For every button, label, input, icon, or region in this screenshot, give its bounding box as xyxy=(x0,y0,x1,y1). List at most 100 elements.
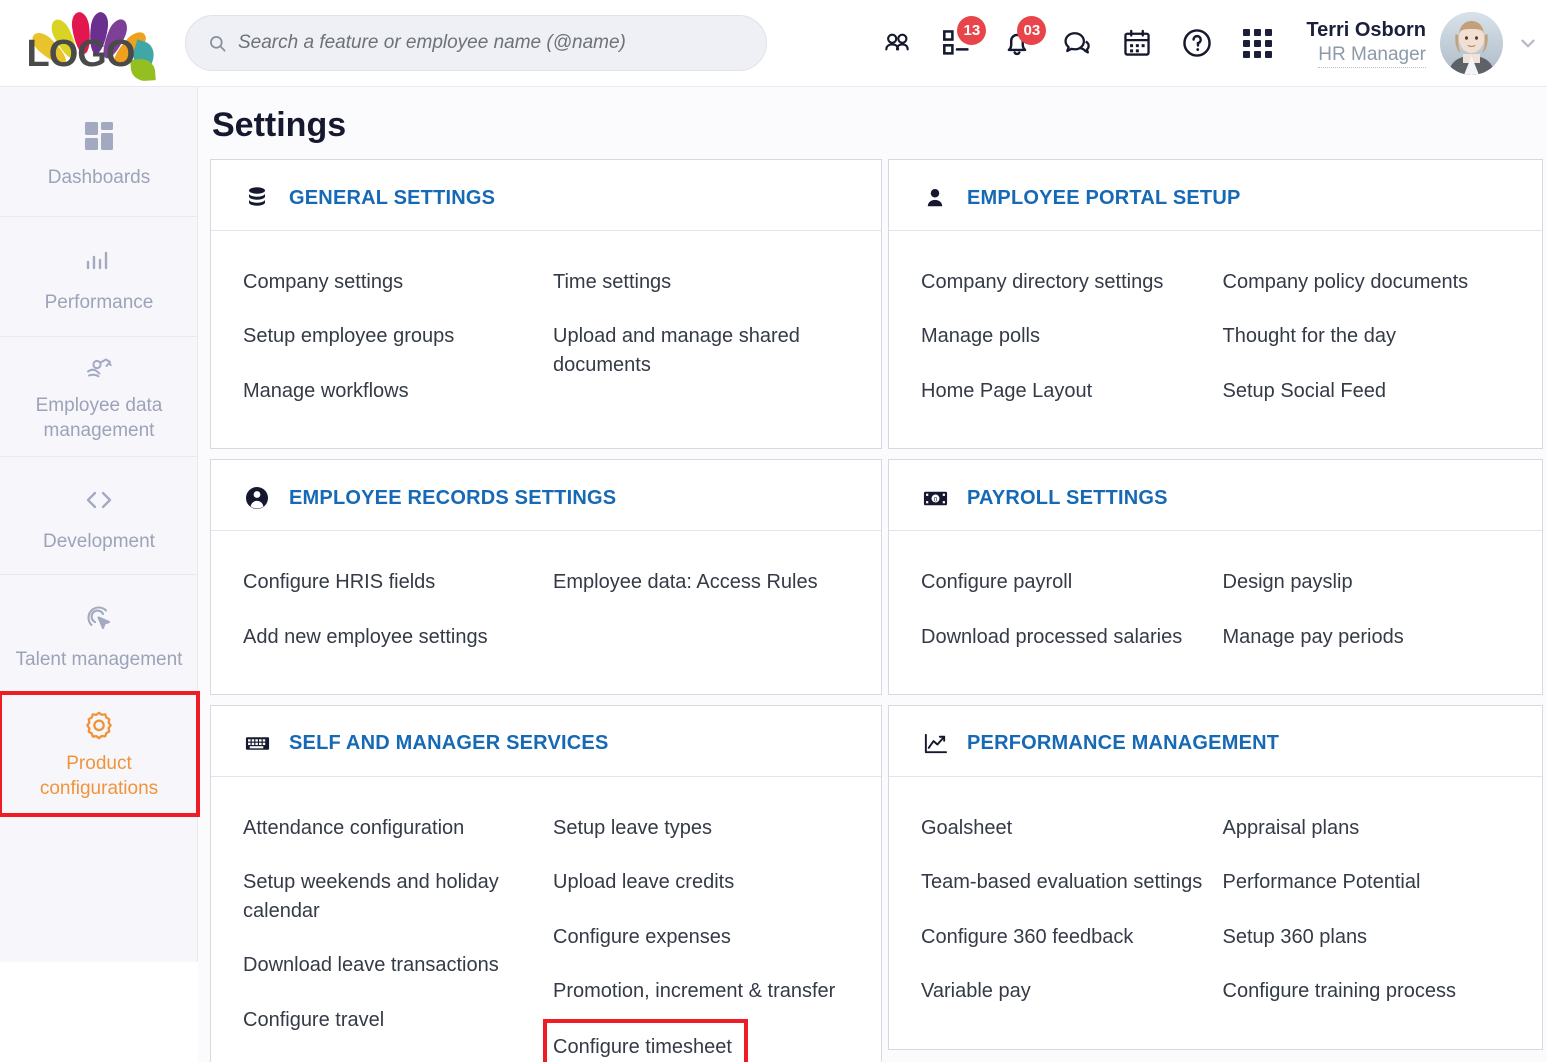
banknote-icon: 0 xyxy=(921,484,949,512)
settings-link[interactable]: Company directory settings xyxy=(921,255,1209,309)
settings-link[interactable]: Thought for the day xyxy=(1223,309,1511,363)
card-body: Attendance configuration Setup weekends … xyxy=(211,777,881,1062)
settings-link[interactable]: Rewards and discipline xyxy=(243,1047,539,1062)
settings-link[interactable]: Setup employee groups xyxy=(243,309,539,363)
bar-chart-icon xyxy=(82,239,116,283)
help-icon[interactable] xyxy=(1180,26,1214,60)
card-column-right: Employee data: Access Rules xyxy=(553,555,849,664)
settings-link[interactable]: Configure payroll xyxy=(921,555,1209,609)
settings-link[interactable]: Time settings xyxy=(553,255,849,309)
settings-link[interactable]: Employee data: Access Rules xyxy=(553,555,849,609)
database-icon xyxy=(243,184,271,212)
settings-link[interactable]: Goalsheet xyxy=(921,801,1209,855)
card-column-right: Setup leave types Upload leave credits C… xyxy=(553,801,849,1062)
avatar-image xyxy=(1440,12,1503,75)
settings-link[interactable]: Setup leave types xyxy=(553,801,849,855)
settings-link[interactable]: Attendance configuration xyxy=(243,801,539,855)
dashboard-grid-icon xyxy=(82,114,116,158)
settings-link[interactable]: Design payslip xyxy=(1223,555,1511,609)
settings-link[interactable]: Home Page Layout xyxy=(921,364,1209,418)
chat-icon[interactable] xyxy=(1060,26,1094,60)
settings-link[interactable]: Download leave transactions xyxy=(243,938,539,992)
user-name: Terri Osborn xyxy=(1306,18,1426,43)
card-header: SELF AND MANAGER SERVICES xyxy=(211,706,881,777)
svg-text:0: 0 xyxy=(933,496,937,503)
settings-link-configure-timesheet[interactable]: Configure timesheet xyxy=(547,1023,744,1062)
settings-link[interactable]: Configure 360 feedback xyxy=(921,910,1209,964)
apps-grid-icon[interactable] xyxy=(1240,26,1274,60)
sidebar-item-talent-management[interactable]: Talent management xyxy=(0,575,198,693)
card-header: EMPLOYEE RECORDS SETTINGS xyxy=(211,460,881,531)
bell-icon[interactable]: 03 xyxy=(1000,26,1034,60)
user-texts: Terri Osborn HR Manager xyxy=(1306,18,1426,68)
card-employee-records-settings: EMPLOYEE RECORDS SETTINGS Configure HRIS… xyxy=(210,459,882,695)
card-column-left: Configure payroll Download processed sal… xyxy=(921,555,1209,664)
settings-link[interactable]: Configure HRIS fields xyxy=(243,555,539,609)
sidebar-item-performance[interactable]: Performance xyxy=(0,217,198,337)
settings-link[interactable]: Manage pay periods xyxy=(1223,610,1511,664)
tasks-badge: 13 xyxy=(957,16,986,45)
top-bar: LOGO 13 xyxy=(0,0,1547,87)
settings-link[interactable]: Company settings xyxy=(243,255,539,309)
card-performance-management: PERFORMANCE MANAGEMENT Goalsheet Team-ba… xyxy=(888,705,1543,1050)
tasks-icon[interactable]: 13 xyxy=(940,26,974,60)
code-brackets-icon xyxy=(82,478,116,522)
settings-link[interactable]: Setup 360 plans xyxy=(1223,910,1511,964)
settings-link[interactable]: Configure travel xyxy=(243,993,539,1047)
settings-link[interactable]: Configure expenses xyxy=(553,910,849,964)
card-payroll-settings: 0 PAYROLL SETTINGS Configure payroll Dow… xyxy=(888,459,1543,695)
card-title: GENERAL SETTINGS xyxy=(289,187,495,210)
card-column-right: Time settings Upload and manage shared d… xyxy=(553,255,849,418)
settings-link[interactable]: Team-based evaluation settings xyxy=(921,855,1209,909)
user-role: HR Manager xyxy=(1318,43,1426,68)
settings-link[interactable]: Add new employee settings xyxy=(243,610,539,664)
settings-link[interactable]: Variable pay xyxy=(921,964,1209,1018)
sidebar-item-employee-data-management[interactable]: Employee data management xyxy=(0,337,198,457)
user-menu[interactable]: Terri Osborn HR Manager xyxy=(1306,12,1547,75)
settings-link[interactable]: Configure training process xyxy=(1223,964,1511,1018)
card-title: EMPLOYEE RECORDS SETTINGS xyxy=(289,487,616,510)
settings-link[interactable]: Upload leave credits xyxy=(553,855,849,909)
card-header: 0 PAYROLL SETTINGS xyxy=(889,460,1542,531)
sidebar-item-label: Product configurations xyxy=(8,752,190,801)
card-title: PAYROLL SETTINGS xyxy=(967,487,1168,510)
settings-link[interactable]: Download processed salaries xyxy=(921,610,1209,664)
card-column-left: Goalsheet Team-based evaluation settings… xyxy=(921,801,1209,1019)
sidebar-item-product-configurations[interactable]: Product configurations xyxy=(0,693,198,815)
search-bar[interactable] xyxy=(185,15,767,71)
settings-link[interactable]: Setup weekends and holiday calendar xyxy=(243,855,539,938)
settings-link[interactable]: Upload and manage shared documents xyxy=(553,309,849,392)
settings-link[interactable]: Setup Social Feed xyxy=(1223,364,1511,418)
person-circle-icon xyxy=(243,484,271,512)
card-header: EMPLOYEE PORTAL SETUP xyxy=(889,160,1542,231)
settings-link[interactable]: Performance Potential xyxy=(1223,855,1511,909)
card-body: Company directory settings Manage polls … xyxy=(889,231,1542,448)
avatar[interactable] xyxy=(1440,12,1503,75)
main-content: Settings GENERAL SETTINGS Company settin… xyxy=(198,87,1547,1062)
sidebar-item-development[interactable]: Development xyxy=(0,457,198,575)
card-self-and-manager-services: SELF AND MANAGER SERVICES Attendance con… xyxy=(210,705,882,1062)
card-column-left: Attendance configuration Setup weekends … xyxy=(243,801,539,1062)
person-icon xyxy=(921,184,949,212)
sidebar-item-dashboards[interactable]: Dashboards xyxy=(0,87,198,217)
settings-link[interactable]: Company policy documents xyxy=(1223,255,1511,309)
calendar-icon[interactable] xyxy=(1120,26,1154,60)
card-body: Goalsheet Team-based evaluation settings… xyxy=(889,777,1542,1049)
search-input[interactable] xyxy=(238,32,744,54)
target-cursor-icon xyxy=(82,596,116,640)
logo[interactable]: LOGO xyxy=(0,0,185,87)
card-title: EMPLOYEE PORTAL SETUP xyxy=(967,187,1241,210)
settings-link[interactable]: Manage workflows xyxy=(243,364,539,418)
page-title: Settings xyxy=(198,87,1547,159)
settings-link[interactable]: Promotion, increment & transfer xyxy=(553,964,849,1018)
settings-link[interactable]: Manage polls xyxy=(921,309,1209,363)
card-column-right: Design payslip Manage pay periods xyxy=(1223,555,1511,664)
card-employee-portal-setup: EMPLOYEE PORTAL SETUP Company directory … xyxy=(888,159,1543,449)
card-header: PERFORMANCE MANAGEMENT xyxy=(889,706,1542,777)
people-icon[interactable] xyxy=(880,26,914,60)
card-title: SELF AND MANAGER SERVICES xyxy=(289,732,608,755)
chevron-down-icon[interactable] xyxy=(1517,32,1539,54)
settings-card-grid: GENERAL SETTINGS Company settings Setup … xyxy=(198,159,1547,1062)
settings-link[interactable]: Appraisal plans xyxy=(1223,801,1511,855)
card-general-settings: GENERAL SETTINGS Company settings Setup … xyxy=(210,159,882,449)
